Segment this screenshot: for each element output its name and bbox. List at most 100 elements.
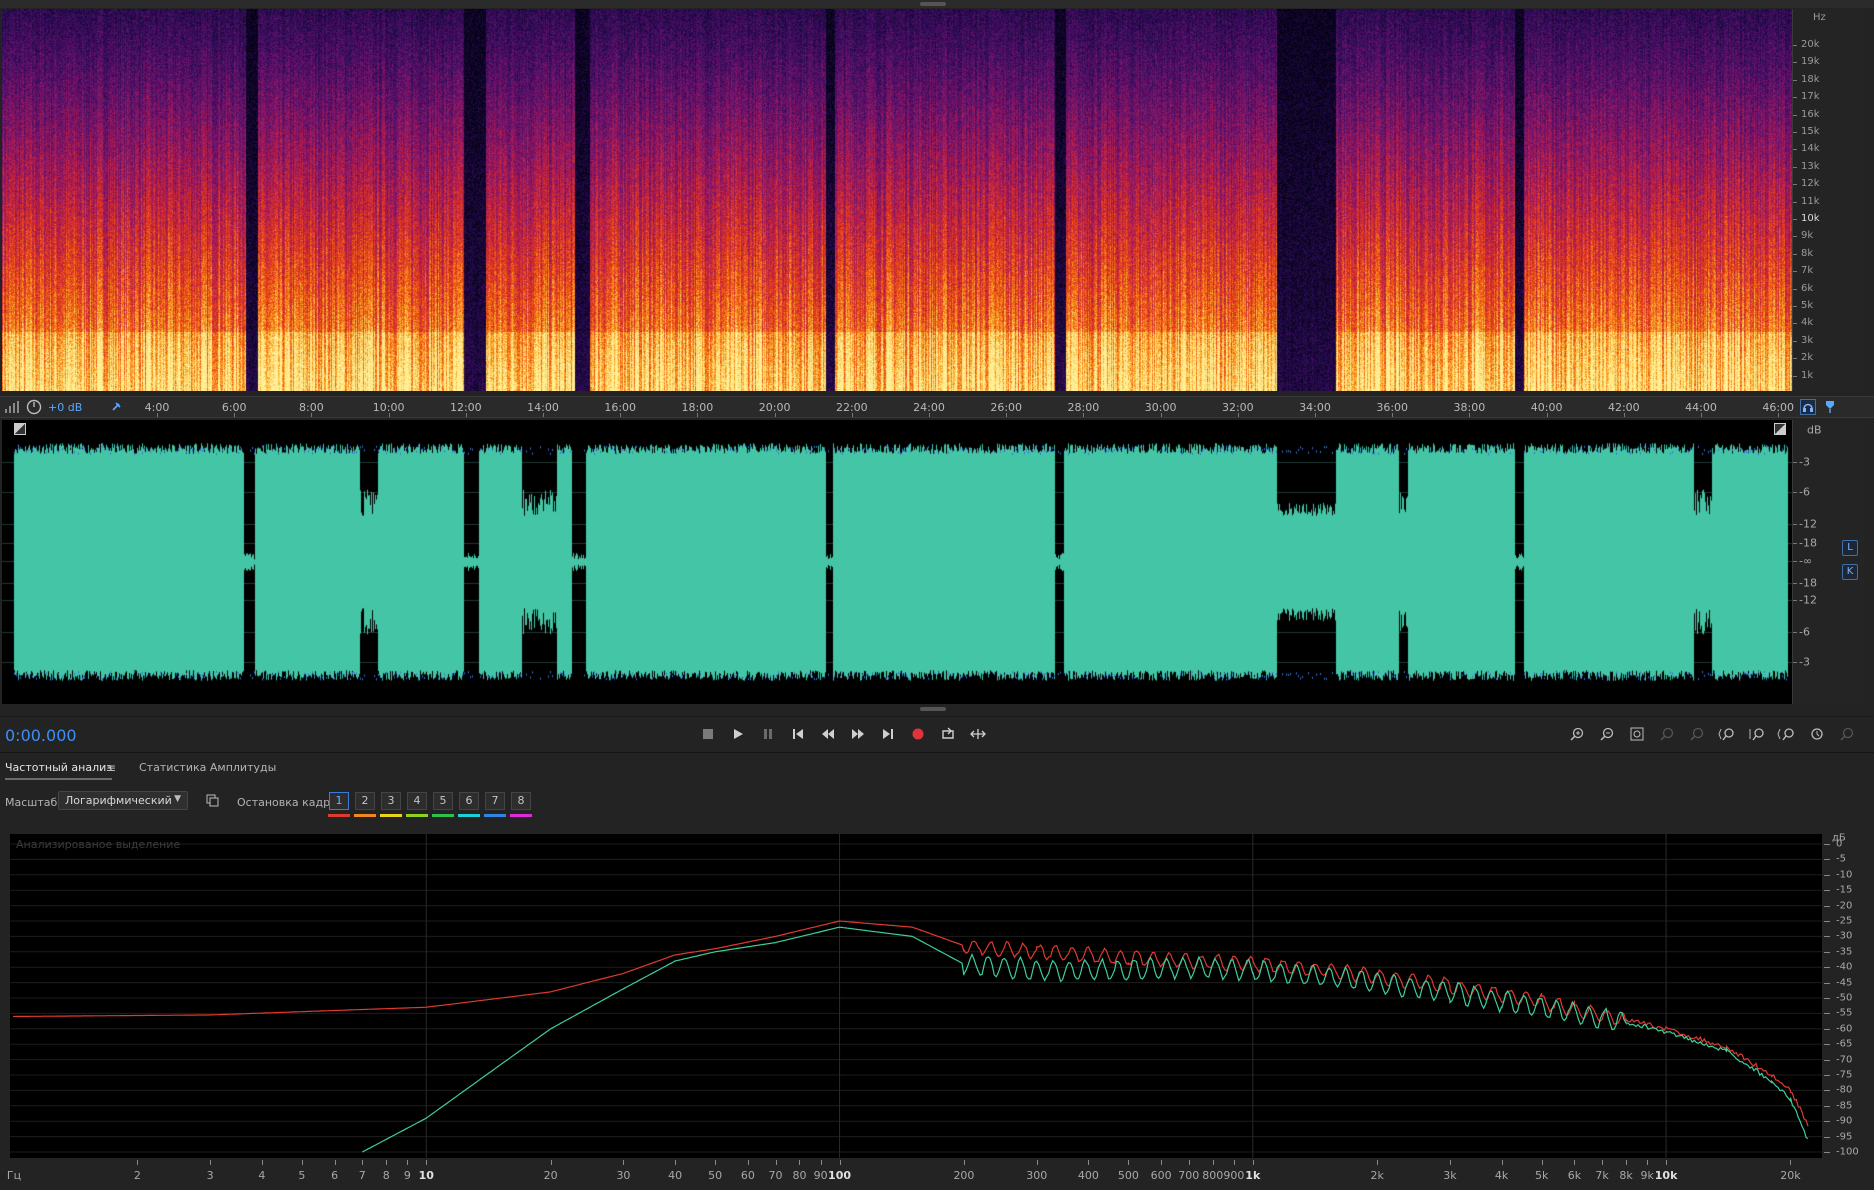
- db-label: -3: [1799, 655, 1810, 669]
- analysis-freq-tick: [550, 1160, 552, 1165]
- analysis-db-label: -40: [1836, 961, 1853, 973]
- time-tick: [234, 413, 236, 417]
- analysis-freq-tick: [1647, 1160, 1649, 1165]
- go-to-end-button[interactable]: [877, 724, 899, 744]
- analysis-freq-tick: [137, 1160, 139, 1165]
- freeze-frame-8-button[interactable]: 8: [511, 792, 531, 810]
- spectral-display[interactable]: [2, 9, 1792, 391]
- analysis-freq-tick: [1233, 1160, 1235, 1165]
- pin-icon[interactable]: [110, 401, 122, 413]
- time-tick: [465, 413, 467, 417]
- zoom-out-amplitude-button[interactable]: [1596, 724, 1618, 744]
- loop-button[interactable]: [937, 724, 959, 744]
- frequency-analysis-graph[interactable]: Анализированое выделение: [10, 834, 1822, 1158]
- analysis-freq-tick: [747, 1160, 749, 1165]
- panel-menu-icon[interactable]: ≡: [106, 761, 116, 775]
- freeze-frame-5-button[interactable]: 5: [433, 792, 453, 810]
- analysis-db-tick: [1824, 1044, 1830, 1046]
- analysis-db-label: -80: [1836, 1084, 1853, 1096]
- analysis-freq-label: 10k: [1654, 1169, 1678, 1182]
- freeze-frame-7-button[interactable]: 7: [485, 792, 505, 810]
- channel-right-toggle[interactable]: K: [1842, 564, 1858, 580]
- analysis-freq-label: 1k: [1245, 1169, 1261, 1182]
- channel-left-toggle[interactable]: L: [1842, 540, 1858, 556]
- zoom-in-amplitude-button[interactable]: [1566, 724, 1588, 744]
- freeze-frame-3-button[interactable]: 3: [381, 792, 401, 810]
- analysis-db-tick: [1824, 1136, 1830, 1138]
- analysis-db-label: -15: [1836, 884, 1853, 896]
- copy-icon[interactable]: [206, 794, 219, 807]
- hz-tick: [1793, 306, 1797, 307]
- skip-selection-button[interactable]: [967, 724, 989, 744]
- analysis-db-tick: [1824, 1152, 1830, 1153]
- hz-label: 5k: [1801, 300, 1814, 311]
- zoom-reset-button[interactable]: [1626, 724, 1648, 744]
- zoom-to-selection-button[interactable]: [1746, 724, 1768, 744]
- zoom-extra-button[interactable]: [1836, 724, 1858, 744]
- marker-icon[interactable]: [1822, 399, 1838, 415]
- analysis-db-tick: [1824, 1028, 1830, 1030]
- freeze-frame-color-bar: [484, 814, 506, 817]
- analysis-freq-tick: [1626, 1160, 1628, 1165]
- timecode-display[interactable]: 0:00.000: [5, 726, 77, 745]
- scale-select[interactable]: Логарифмический ▼: [58, 791, 188, 810]
- analysis-db-tick: [1824, 890, 1830, 892]
- frequency-ruler: Hz 20k 19k 18k 17k 16k 15k 14k 13k 12k 11k 10k 9k 8k…: [1792, 9, 1864, 391]
- resize-grip[interactable]: [920, 2, 946, 6]
- analysis-db-tick: [1824, 1075, 1830, 1076]
- zoom-corner-left-icon[interactable]: [14, 423, 26, 435]
- analysis-freq-label: 80: [792, 1169, 807, 1182]
- freeze-frame-color-bar: [432, 814, 454, 817]
- analysis-freq-label: 600: [1150, 1169, 1172, 1182]
- analysis-db-label: -75: [1836, 1069, 1853, 1081]
- waveform-resize-grip[interactable]: [920, 707, 946, 711]
- zoom-in-time-button[interactable]: [1656, 724, 1678, 744]
- analysis-freq-tick: [334, 1160, 336, 1165]
- play-button[interactable]: [727, 724, 749, 744]
- record-button[interactable]: [907, 724, 929, 744]
- freeze-frame-2-button[interactable]: 2: [355, 792, 375, 810]
- hz-tick: [1793, 288, 1797, 290]
- level-meter-icon: [4, 400, 20, 414]
- zoom-selection-left-button[interactable]: [1776, 724, 1798, 744]
- analysis-db-label: -30: [1836, 930, 1853, 942]
- chevron-down-icon: ▼: [174, 794, 181, 804]
- headphones-icon[interactable]: [1800, 399, 1816, 415]
- freeze-frame-1-button[interactable]: 1: [329, 792, 349, 810]
- analysis-freq-tick: [1501, 1160, 1503, 1165]
- db-label: -18: [1799, 536, 1817, 550]
- db-label: -∞: [1799, 554, 1813, 568]
- tab-amplitude-statistics[interactable]: Статистика Амплитуды: [139, 761, 276, 774]
- analysis-freq-tick: [1212, 1160, 1214, 1165]
- zoom-corner-right-icon[interactable]: [1774, 423, 1786, 435]
- freeze-frame-color-bar: [406, 814, 428, 817]
- analysis-freq-label: 400: [1077, 1169, 1099, 1182]
- analysis-options: Масштаб: Логарифмический ▼ Остановка кад…: [0, 788, 1874, 818]
- rewind-button[interactable]: [817, 724, 839, 744]
- analysis-freq-label: 300: [1026, 1169, 1048, 1182]
- analysis-frequency-ruler: Гц 2 3 4 5 6 7 8 9 10 20 30 40 50 60 70 80 90 100 200 300 40…: [0, 1160, 1874, 1190]
- analysis-freq-tick: [426, 1160, 428, 1165]
- freeze-frame-6-button[interactable]: 6: [459, 792, 479, 810]
- go-to-start-button[interactable]: [787, 724, 809, 744]
- db-tick: [1793, 662, 1797, 663]
- time-ruler[interactable]: +0 dB 4:00 6:00 8:00 10:00 12:00 14:00 16:00 18…: [0, 396, 1874, 418]
- tab-frequency-analysis[interactable]: Частотный анализ: [5, 761, 113, 780]
- volume-value[interactable]: +0 dB: [48, 401, 82, 414]
- stop-button[interactable]: [697, 724, 719, 744]
- volume-knob-icon[interactable]: [26, 399, 42, 415]
- hz-label: 8k: [1801, 247, 1814, 259]
- pause-button[interactable]: [757, 724, 779, 744]
- zoom-history-button[interactable]: [1806, 724, 1828, 744]
- zoom-out-full-button[interactable]: [1716, 724, 1738, 744]
- zoom-out-time-button[interactable]: [1686, 724, 1708, 744]
- volume-control[interactable]: +0 dB: [4, 399, 122, 415]
- analysis-db-tick: [1824, 967, 1830, 969]
- top-resize-strip[interactable]: [0, 0, 1874, 8]
- freeze-frame-4-button[interactable]: 4: [407, 792, 427, 810]
- time-tick: [1623, 413, 1625, 417]
- analysis-freq-tick: [1036, 1160, 1038, 1165]
- analysis-freq-tick: [210, 1160, 212, 1165]
- fast-forward-button[interactable]: [847, 724, 869, 744]
- waveform-display[interactable]: [2, 420, 1792, 704]
